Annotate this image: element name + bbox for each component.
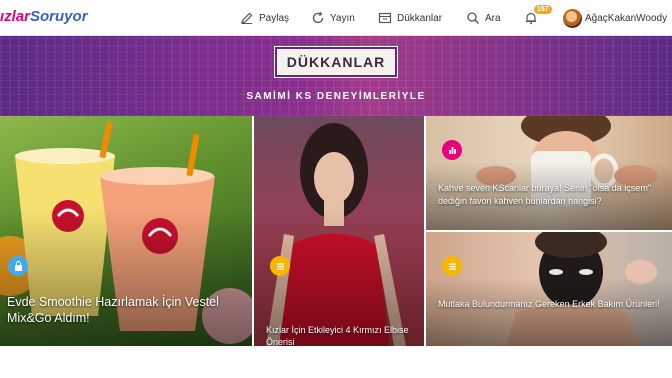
article-card-coffee[interactable]: Kahve seven KScanlar buraya! Senin "olsa… (426, 116, 672, 230)
article-title[interactable]: Mutlaka Bulundurmanız Gereken Erkek Bakı… (438, 298, 670, 311)
pencil-icon (241, 12, 253, 24)
category-badge (270, 256, 290, 276)
article-title[interactable]: Kızlar İçin Etkileyici 4 Kırmızı Elbise … (266, 324, 416, 346)
nav-stores[interactable]: Dükkanlar (378, 0, 442, 36)
nav-search[interactable]: Ara (466, 0, 501, 36)
list-icon (276, 263, 284, 270)
stores-banner: DÜKKANLAR SAMİMİ KS DENEYİMLERİYLE (0, 36, 672, 116)
article-card-grooming[interactable]: Mutlaka Bulundurmanız Gereken Erkek Bakı… (426, 232, 672, 346)
store-icon (378, 12, 392, 24)
article-title[interactable]: Evde Smoothie Hazırlamak İçin Vestel Mix… (7, 294, 247, 326)
caption-shade (426, 277, 672, 346)
category-badge (442, 140, 462, 160)
search-icon (467, 12, 479, 24)
logo-text-part1: ızlar (0, 8, 31, 25)
logo-text-part2: Soruyor (30, 8, 88, 25)
bar-chart-icon (448, 146, 456, 154)
article-title[interactable]: Kahve seven KScanlar buraya! Senin "olsa… (438, 182, 668, 207)
top-navigation-bar: ızlarSoruyor Paylaş Yayın Dükkanlar Ara … (0, 0, 672, 36)
nav-feed-label: Yayın (330, 12, 355, 24)
article-card-smoothie[interactable]: Evde Smoothie Hazırlamak İçin Vestel Mix… (0, 116, 252, 346)
nav-share[interactable]: Paylaş (240, 0, 289, 36)
nav-share-label: Paylaş (259, 12, 290, 24)
nav-stores-label: Dükkanlar (397, 12, 443, 24)
site-logo[interactable]: ızlarSoruyor (0, 8, 88, 25)
username[interactable]: AğaçKakanWoody (585, 0, 667, 36)
banner-subtitle: SAMİMİ KS DENEYİMLERİYLE (246, 91, 426, 102)
category-badge (8, 256, 28, 276)
nav-search-label: Ara (485, 12, 501, 24)
refresh-icon (312, 11, 324, 24)
category-badge (442, 256, 462, 276)
nav-feed[interactable]: Yayın (311, 0, 355, 36)
notification-count-badge: 157 (534, 5, 552, 14)
article-card-red-dress[interactable]: Kızlar İçin Etkileyici 4 Kırmızı Elbise … (254, 116, 424, 346)
shopping-bag-icon (14, 260, 22, 271)
avatar[interactable] (563, 9, 582, 28)
list-icon (448, 263, 456, 270)
stores-button[interactable]: DÜKKANLAR (274, 46, 398, 78)
